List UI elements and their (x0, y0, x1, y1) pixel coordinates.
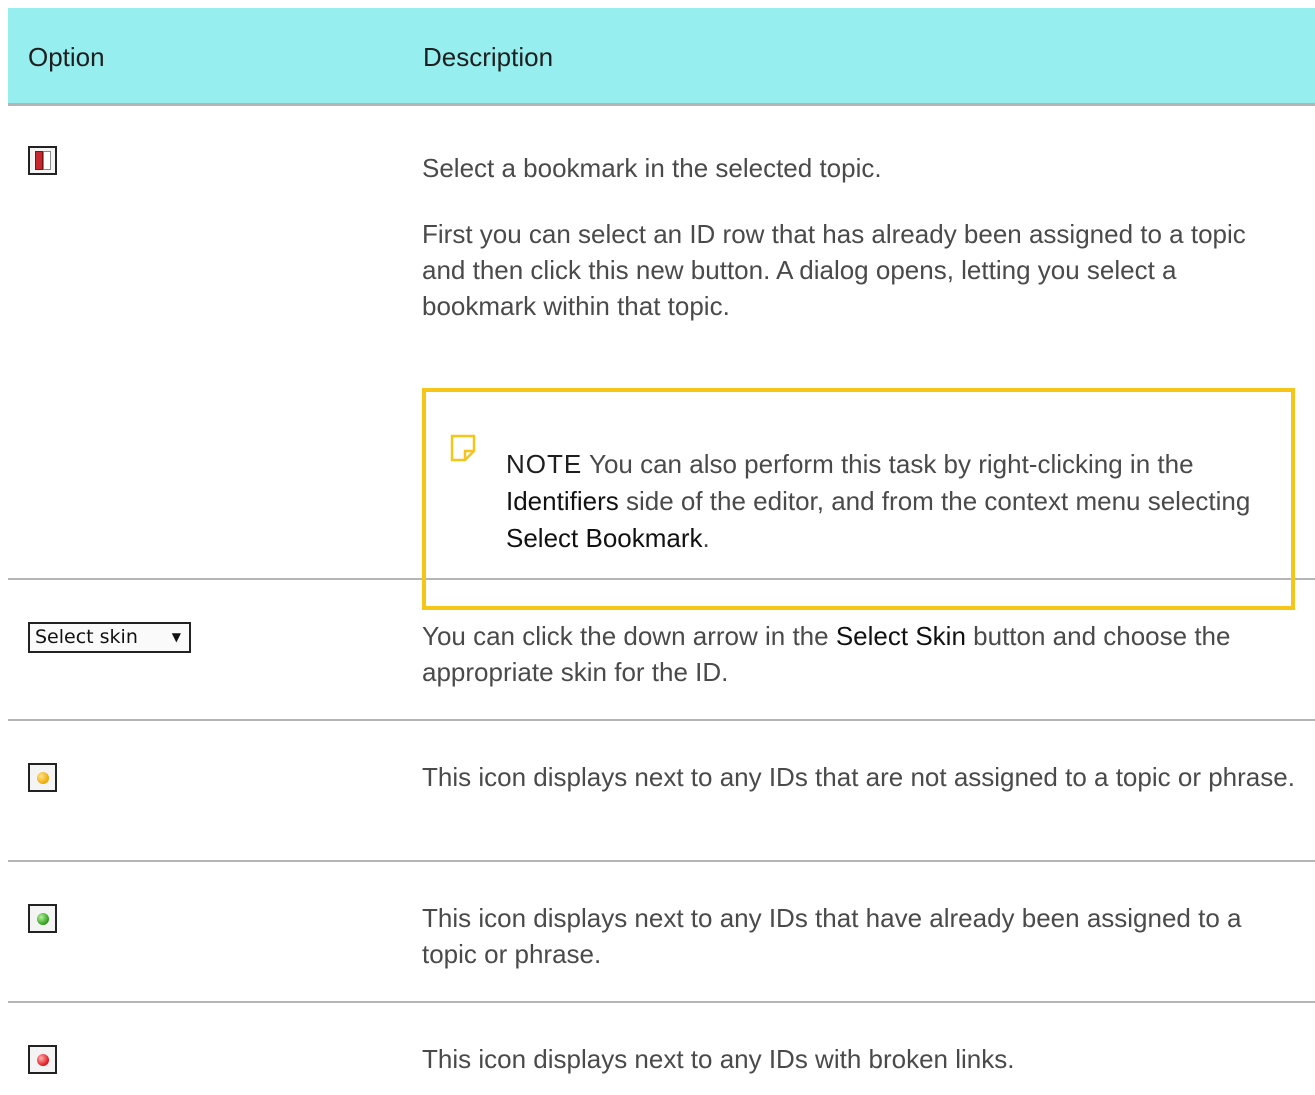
column-header-option: Option (28, 42, 105, 72)
description-cell: Select a bookmark in the selected topic.… (422, 150, 1295, 610)
note-box: NOTE You can also perform this task by r… (422, 388, 1295, 610)
description-paragraph: First you can select an ID row that has … (422, 219, 1246, 321)
red-dot-icon (28, 1045, 57, 1074)
note-text-part: side of the editor, and from the context… (618, 486, 1251, 516)
yellow-dot-icon (28, 763, 57, 792)
table-row-select-skin: Select skin ▼ You can click the down arr… (8, 580, 1315, 721)
note-ui-term: Select Bookmark (506, 523, 703, 553)
description-text-part: You can click the down arrow in the (422, 621, 836, 651)
description-cell: You can click the down arrow in the Sele… (422, 618, 1295, 690)
table-row-broken: This icon displays next to any IDs with … (8, 1003, 1315, 1095)
yellow-dot (37, 772, 49, 784)
chevron-down-icon: ▼ (171, 630, 181, 644)
book-right-page (43, 151, 51, 170)
option-cell (28, 146, 57, 175)
options-table: Option Description Select a bookmark in … (8, 8, 1315, 1095)
select-skin-label: Select skin (35, 626, 138, 648)
table-row-unassigned: This icon displays next to any IDs that … (8, 721, 1315, 862)
book-left-page (35, 151, 43, 170)
bookmark-book-icon[interactable] (28, 146, 57, 175)
option-cell (28, 904, 57, 933)
option-cell (28, 763, 57, 792)
table-row-assigned: This icon displays next to any IDs that … (8, 862, 1315, 1003)
option-cell: Select skin ▼ (28, 622, 191, 653)
description-paragraph: Select a bookmark in the selected topic. (422, 153, 882, 183)
table-row-bookmark: Select a bookmark in the selected topic.… (8, 106, 1315, 610)
select-skin-dropdown[interactable]: Select skin ▼ (28, 622, 191, 653)
note-ui-term: Identifiers (506, 486, 619, 516)
green-dot (37, 913, 49, 925)
note-text: NOTE You can also perform this task by r… (506, 446, 1251, 557)
red-dot (37, 1054, 49, 1066)
description-cell: This icon displays next to any IDs with … (422, 1044, 1015, 1074)
description-cell: This icon displays next to any IDs that … (422, 903, 1242, 969)
note-label: NOTE (506, 449, 583, 479)
note-text-part: You can also perform this task by right-… (582, 449, 1194, 479)
description-cell: This icon displays next to any IDs that … (422, 762, 1295, 792)
description-ui-term: Select Skin (835, 621, 966, 651)
option-cell (28, 1045, 57, 1074)
green-dot-icon (28, 904, 57, 933)
note-text-part: . (702, 523, 710, 553)
column-header-description: Description (423, 42, 554, 72)
note-icon (450, 434, 476, 462)
table-header: Option Description (8, 8, 1315, 106)
